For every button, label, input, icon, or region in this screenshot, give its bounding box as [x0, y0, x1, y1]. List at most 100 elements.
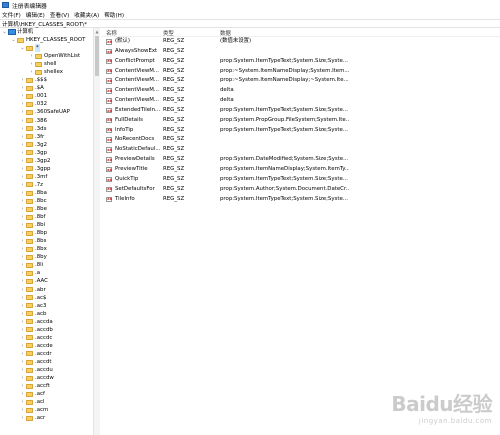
chevron-right-icon[interactable]: › [20, 189, 25, 197]
chevron-right-icon[interactable]: › [20, 406, 25, 414]
tree-item[interactable]: › .032 [0, 100, 99, 108]
chevron-right-icon[interactable]: › [29, 52, 34, 60]
chevron-right-icon[interactable]: › [20, 414, 25, 422]
scroll-up-arrow-icon[interactable]: ▲ [94, 28, 100, 35]
chevron-right-icon[interactable]: › [29, 60, 34, 68]
chevron-right-icon[interactable]: › [20, 133, 25, 141]
chevron-right-icon[interactable]: › [20, 350, 25, 358]
chevron-right-icon[interactable]: › [20, 149, 25, 157]
chevron-down-icon[interactable]: ⌄ [20, 44, 25, 52]
value-row[interactable]: FullDetails REG_SZ prop:System.PropGroup.F… [101, 116, 500, 126]
tree-item[interactable]: › .8bs [0, 237, 99, 245]
tree-item[interactable]: › .3gp [0, 149, 99, 157]
chevron-right-icon[interactable]: › [20, 302, 25, 310]
tree-item[interactable]: › .3gp2 [0, 157, 99, 165]
tree-item[interactable]: › .acm [0, 406, 99, 414]
value-row[interactable]: ConflictPrompt REG_SZ prop:System.ItemType… [101, 57, 500, 67]
chevron-right-icon[interactable]: › [20, 205, 25, 213]
tree-item[interactable]: › .accdu [0, 366, 99, 374]
tree-item[interactable]: › .8ba [0, 189, 99, 197]
value-row[interactable]: AlwaysShowExt REG_SZ [101, 47, 500, 57]
tree-item[interactable]: › .ac3 [0, 302, 99, 310]
tree-item[interactable]: › shell [0, 60, 99, 68]
tree-item[interactable]: › .$$$ [0, 76, 99, 84]
value-row[interactable]: ContentViewM...REG_SZ prop:~System.ItemNa… [101, 67, 500, 77]
chevron-right-icon[interactable]: › [20, 318, 25, 326]
tree-item[interactable]: › .8bi [0, 221, 99, 229]
chevron-right-icon[interactable]: › [20, 92, 25, 100]
tree-item[interactable]: › .8by [0, 253, 99, 261]
chevron-right-icon[interactable]: › [20, 141, 25, 149]
chevron-right-icon[interactable]: › [20, 221, 25, 229]
tree-item[interactable]: ⌄ 计算机 [0, 28, 99, 36]
tree-item[interactable]: › shellex [0, 68, 99, 76]
chevron-right-icon[interactable]: › [20, 117, 25, 125]
chevron-right-icon[interactable]: › [20, 84, 25, 92]
menu-help[interactable]: 帮助(H) [104, 11, 124, 19]
tree-item[interactable]: › .a [0, 269, 99, 277]
chevron-right-icon[interactable]: › [20, 157, 25, 165]
chevron-right-icon[interactable]: › [20, 108, 25, 116]
chevron-right-icon[interactable]: › [20, 366, 25, 374]
tree-scrollbar[interactable]: ▲ [93, 28, 100, 435]
tree-item[interactable]: › .8bf [0, 213, 99, 221]
tree-item[interactable]: › .accft [0, 382, 99, 390]
chevron-right-icon[interactable]: › [20, 173, 25, 181]
tree-item[interactable]: › .3g2 [0, 141, 99, 149]
tree-item[interactable]: › .$A [0, 84, 99, 92]
tree-item[interactable]: › .acl [0, 398, 99, 406]
chevron-right-icon[interactable]: › [20, 181, 25, 189]
tree-item[interactable]: › .accdw [0, 374, 99, 382]
tree-item[interactable]: › .3fr [0, 133, 99, 141]
address-bar[interactable]: 计算机\HKEY_CLASSES_ROOT\* [0, 19, 500, 28]
tree-item[interactable]: › .8li [0, 261, 99, 269]
tree-item[interactable]: › .abr [0, 286, 99, 294]
value-row[interactable]: InfoTip REG_SZ prop:System.ItemTypeText;Sy… [101, 126, 500, 136]
tree-item[interactable]: › .accdb [0, 326, 99, 334]
chevron-right-icon[interactable]: › [20, 237, 25, 245]
chevron-right-icon[interactable]: › [20, 294, 25, 302]
chevron-right-icon[interactable]: › [20, 326, 25, 334]
column-name-header[interactable]: 名称 [106, 29, 117, 37]
column-data-header[interactable]: 数据 [220, 29, 231, 37]
chevron-down-icon[interactable]: ⌄ [2, 28, 7, 36]
tree-item[interactable]: › .001 [0, 92, 99, 100]
chevron-right-icon[interactable]: › [20, 286, 25, 294]
value-row[interactable]: NoRecentDocs REG_SZ [101, 135, 500, 145]
menu-favorites[interactable]: 收藏夹(A) [74, 11, 99, 19]
scroll-thumb[interactable] [95, 36, 99, 76]
tree-item[interactable]: › .acf [0, 390, 99, 398]
chevron-right-icon[interactable]: › [20, 245, 25, 253]
value-row[interactable]: (默认) REG_SZ (数值未设置) [101, 37, 500, 47]
tree-item[interactable]: › .ac$ [0, 294, 99, 302]
chevron-right-icon[interactable]: › [20, 382, 25, 390]
tree-item[interactable]: › .accdt [0, 358, 99, 366]
tree-item[interactable]: › .3gpp [0, 165, 99, 173]
chevron-right-icon[interactable]: › [20, 269, 25, 277]
chevron-right-icon[interactable]: › [20, 229, 25, 237]
tree-item[interactable]: › .acb [0, 310, 99, 318]
tree-item[interactable]: › .acr [0, 414, 99, 422]
tree-item[interactable]: › .8bx [0, 245, 99, 253]
chevron-down-icon[interactable]: ⌄ [11, 36, 16, 44]
tree-item[interactable]: › .accdc [0, 334, 99, 342]
value-row[interactable]: PreviewDetails REG_SZ prop:System.DateModi… [101, 155, 500, 165]
menu-view[interactable]: 查看(V) [50, 11, 69, 19]
chevron-right-icon[interactable]: › [20, 342, 25, 350]
tree-item[interactable]: › .8bp [0, 229, 99, 237]
tree-item[interactable]: › .AAC [0, 277, 99, 285]
chevron-right-icon[interactable]: › [29, 68, 34, 76]
chevron-right-icon[interactable]: › [20, 253, 25, 261]
value-row[interactable]: PreviewTitle REG_SZ prop:System.ItemNameDi… [101, 165, 500, 175]
tree-item[interactable]: › .accdr [0, 350, 99, 358]
chevron-right-icon[interactable]: › [20, 390, 25, 398]
menu-file[interactable]: 文件(F) [2, 11, 21, 19]
chevron-right-icon[interactable]: › [20, 76, 25, 84]
tree-item[interactable]: ⌄ HKEY_CLASSES_ROOT [0, 36, 99, 44]
value-row[interactable]: SetDefaultsFor REG_SZ prop:System.Author;S… [101, 185, 500, 195]
tree-item[interactable]: ⌄ * [0, 44, 99, 53]
menu-edit[interactable]: 编辑(E) [26, 11, 45, 19]
tree-item[interactable]: › .accde [0, 342, 99, 350]
tree-item[interactable]: › .386 [0, 117, 99, 125]
chevron-right-icon[interactable]: › [20, 277, 25, 285]
